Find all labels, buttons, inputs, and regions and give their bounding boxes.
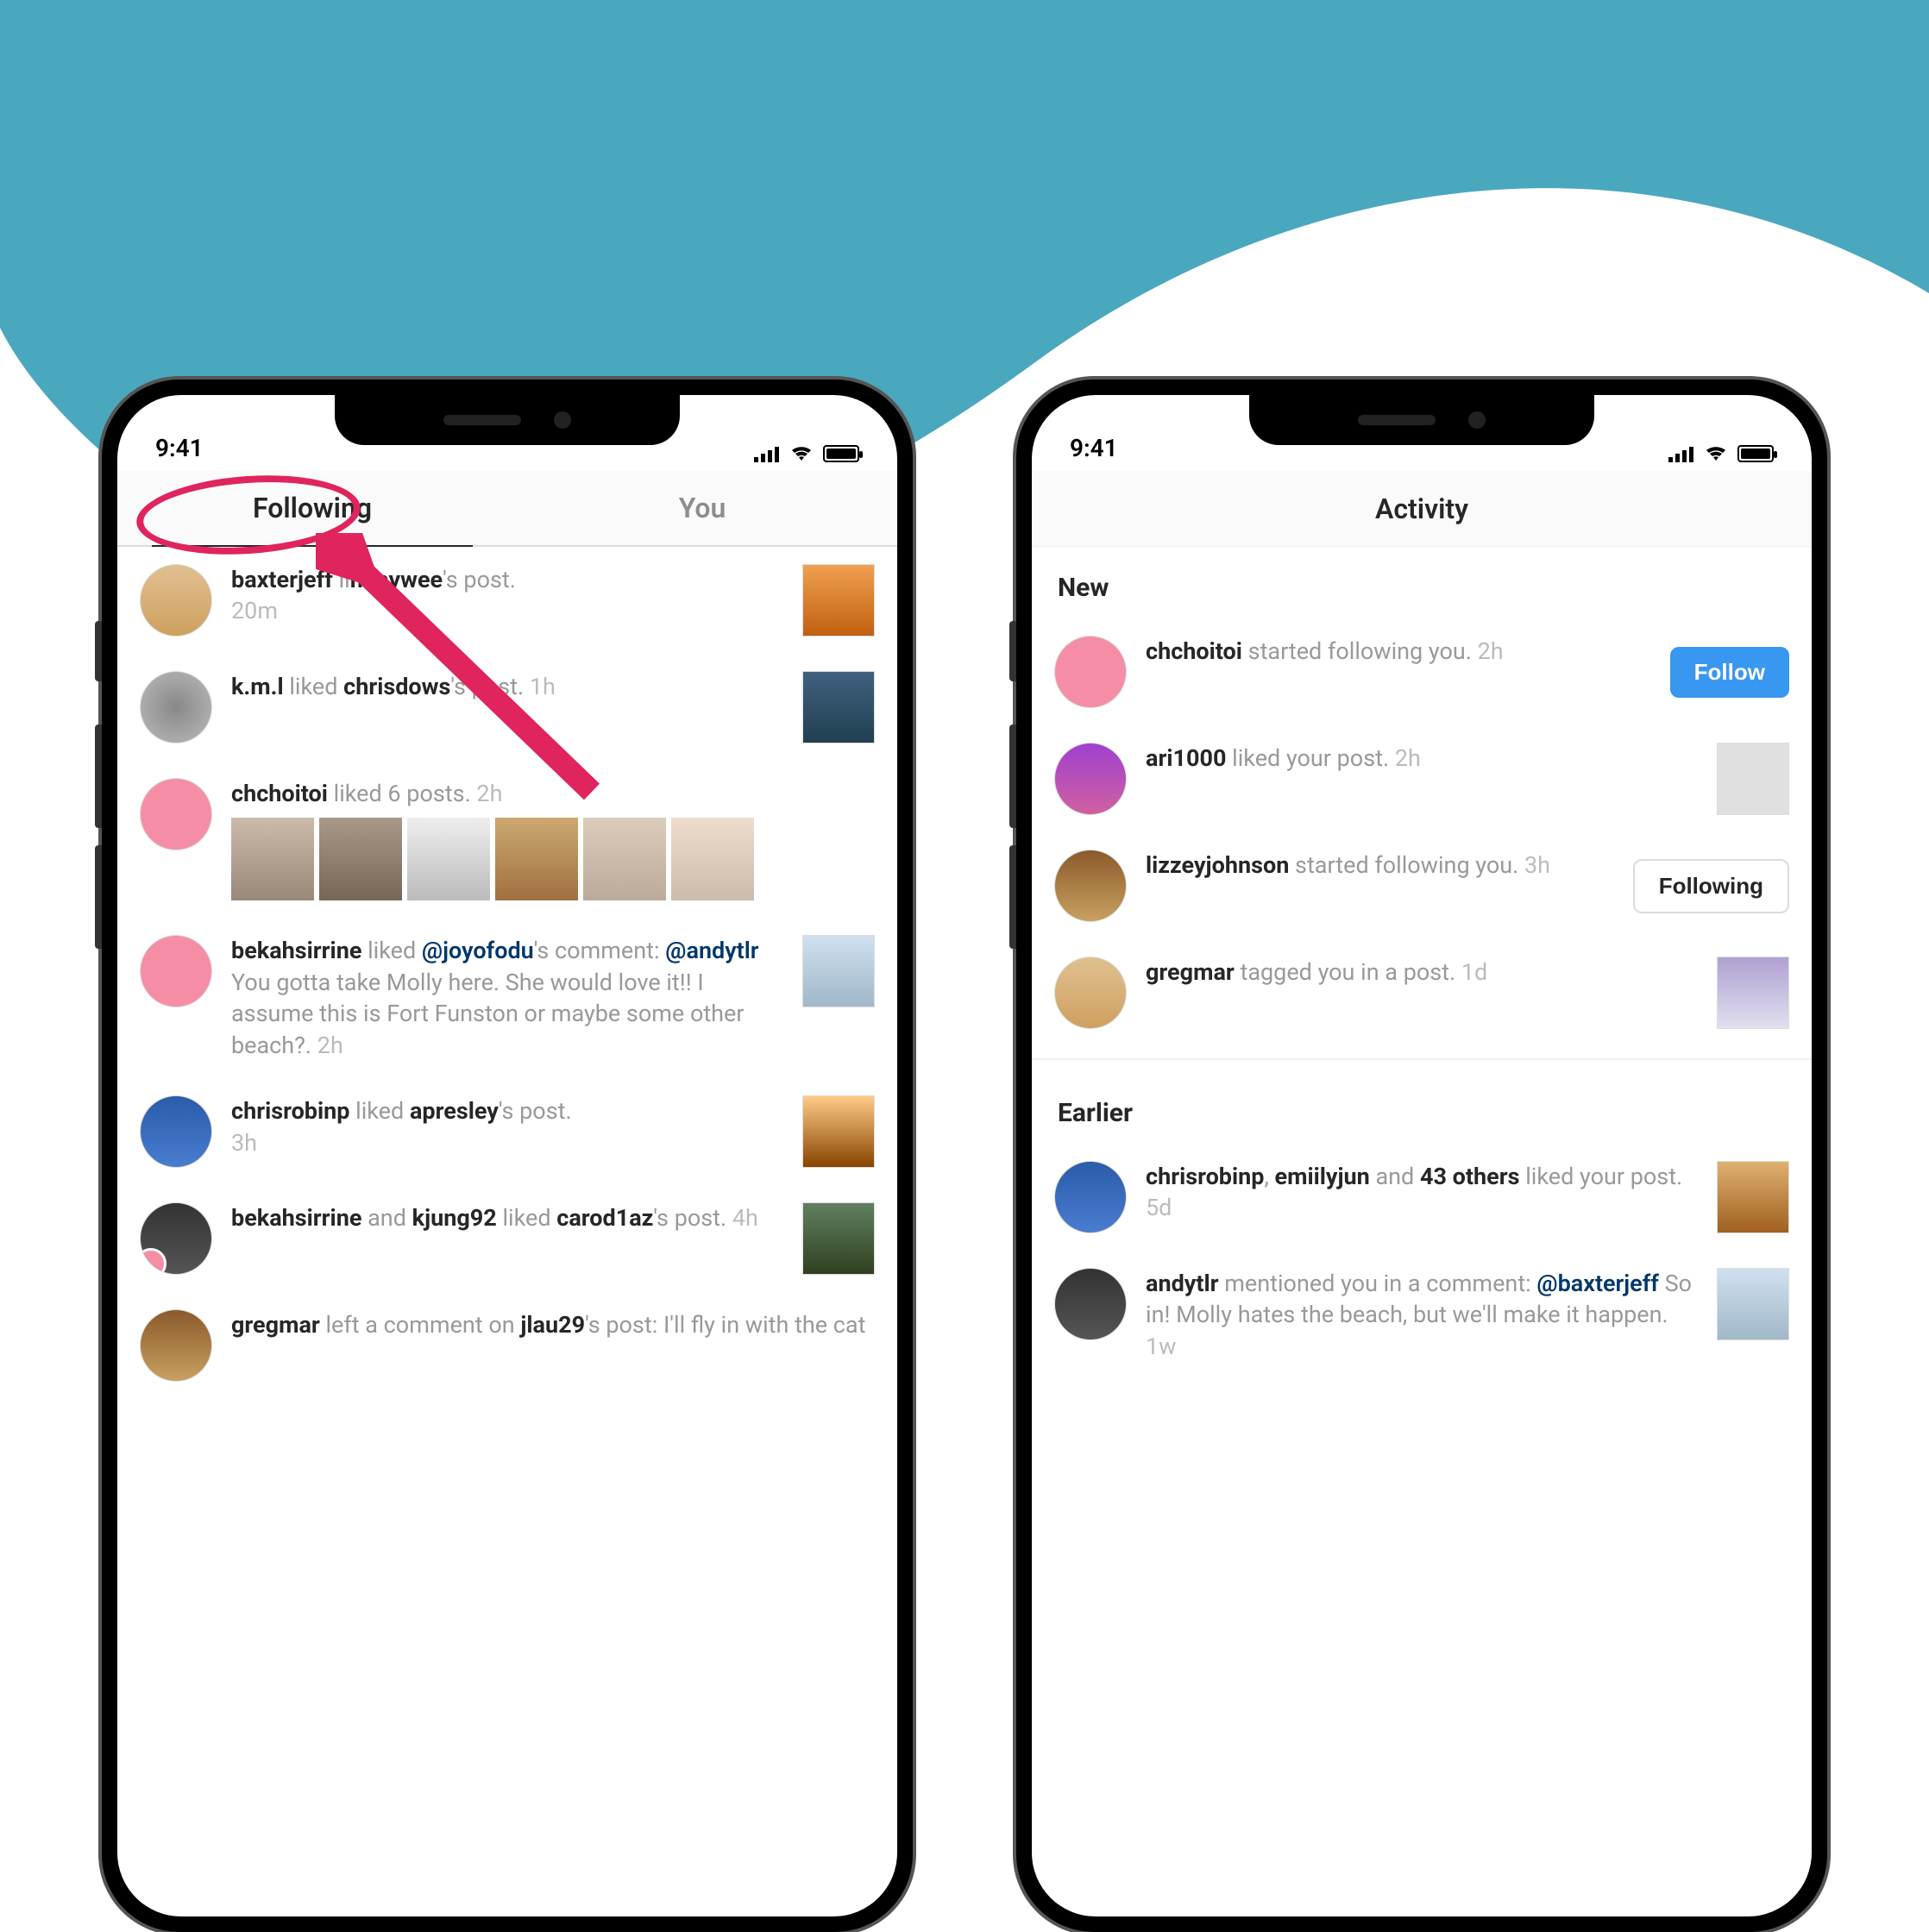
activity-row[interactable]: lizzeyjohnson started following you. 3h … xyxy=(1049,832,1794,939)
activity-text: bekahsirrine liked @joyofodu's comment: … xyxy=(231,935,783,1061)
following-button[interactable]: Following xyxy=(1633,859,1789,913)
post-thumbnail[interactable] xyxy=(1717,1161,1789,1233)
post-thumbnail[interactable] xyxy=(802,564,875,637)
activity-text: chchoitoi started following you. 2h xyxy=(1146,636,1651,667)
avatar[interactable] xyxy=(1054,1161,1127,1233)
activity-feed-new[interactable]: chchoitoi started following you. 2h Foll… xyxy=(1032,618,1812,1046)
battery-icon xyxy=(823,445,859,462)
post-thumbnail[interactable] xyxy=(802,935,875,1007)
activity-row[interactable]: andytlr mentioned you in a comment: @bax… xyxy=(1049,1251,1794,1379)
activity-text: gregmar tagged you in a post. 1d xyxy=(1146,957,1698,988)
activity-row[interactable]: gregmar tagged you in a post. 1d xyxy=(1049,939,1794,1046)
signal-icon xyxy=(1668,445,1694,462)
phone-notch xyxy=(1249,395,1594,445)
follow-button[interactable]: Follow xyxy=(1670,647,1789,698)
activity-text: bekahsirrine and kjung92 liked carod1az'… xyxy=(231,1202,783,1233)
phone-left: 9:41 Following You xyxy=(102,380,913,1932)
post-thumbnail[interactable] xyxy=(495,818,578,900)
avatar[interactable] xyxy=(1054,743,1127,815)
activity-text: baxterjeff limiaywee's post. 20m xyxy=(231,564,783,627)
avatar[interactable] xyxy=(140,671,212,743)
avatar[interactable] xyxy=(1054,636,1127,708)
activity-row[interactable]: chchoitoi liked 6 posts. 2h xyxy=(135,761,880,918)
activity-feed-earlier[interactable]: chrisrobinp, emiilyjun and 43 others lik… xyxy=(1032,1144,1812,1379)
signal-icon xyxy=(754,445,780,462)
section-divider xyxy=(1032,1058,1812,1060)
activity-text: ari1000 liked your post. 2h xyxy=(1146,743,1698,774)
avatar[interactable] xyxy=(140,778,212,850)
activity-row[interactable]: k.m.l liked chrisdows's post. 1h xyxy=(135,654,880,761)
phone-right: 9:41 Activity New chchoitoi s xyxy=(1016,380,1827,1932)
post-thumbnail[interactable] xyxy=(583,818,666,900)
activity-row[interactable]: bekahsirrine liked @joyofodu's comment: … xyxy=(135,918,880,1078)
activity-text: gregmar left a comment on jlau29's post:… xyxy=(231,1309,875,1340)
post-thumbnail[interactable] xyxy=(231,818,314,900)
activity-text: lizzeyjohnson started following you. 3h xyxy=(1146,850,1614,881)
avatar[interactable] xyxy=(140,1095,212,1168)
activity-row[interactable]: bekahsirrine and kjung92 liked carod1az'… xyxy=(135,1185,880,1292)
post-thumbnail[interactable] xyxy=(802,1202,875,1275)
avatar[interactable] xyxy=(1054,957,1127,1029)
tab-following[interactable]: Following xyxy=(117,471,507,545)
activity-text: chchoitoi liked 6 posts. 2h xyxy=(231,778,875,900)
activity-row[interactable]: chchoitoi started following you. 2h Foll… xyxy=(1049,618,1794,725)
activity-row[interactable]: chrisrobinp, emiilyjun and 43 others lik… xyxy=(1049,1144,1794,1251)
section-earlier: Earlier xyxy=(1032,1072,1812,1144)
avatar[interactable] xyxy=(140,1202,212,1275)
wifi-icon xyxy=(1703,445,1729,462)
phone-notch xyxy=(335,395,680,445)
wifi-icon xyxy=(789,445,814,462)
avatar[interactable] xyxy=(140,564,212,637)
activity-row[interactable]: chrisrobinp liked apresley's post. 3h xyxy=(135,1078,880,1185)
status-time: 9:41 xyxy=(1070,434,1118,462)
activity-header: Activity xyxy=(1032,471,1812,547)
activity-row[interactable]: gregmar left a comment on jlau29's post:… xyxy=(135,1292,880,1399)
activity-text: chrisrobinp, emiilyjun and 43 others lik… xyxy=(1146,1161,1698,1224)
avatar[interactable] xyxy=(1054,850,1127,922)
post-thumbnail[interactable] xyxy=(1717,957,1789,1029)
post-thumbnail[interactable] xyxy=(802,1095,875,1168)
section-new: New xyxy=(1032,547,1812,618)
battery-icon xyxy=(1737,445,1774,462)
thumbnail-grid xyxy=(231,818,875,900)
avatar[interactable] xyxy=(1054,1268,1127,1340)
activity-text: andytlr mentioned you in a comment: @bax… xyxy=(1146,1268,1698,1362)
avatar[interactable] xyxy=(140,935,212,1007)
tab-you[interactable]: You xyxy=(507,471,897,545)
activity-tabs: Following You xyxy=(117,471,897,547)
avatar[interactable] xyxy=(140,1309,212,1382)
following-feed[interactable]: baxterjeff limiaywee's post. 20m k.m.l l… xyxy=(117,547,897,1399)
post-thumbnail[interactable] xyxy=(1717,1268,1789,1340)
post-thumbnail[interactable] xyxy=(671,818,754,900)
activity-text: k.m.l liked chrisdows's post. 1h xyxy=(231,671,783,702)
status-time: 9:41 xyxy=(155,434,204,462)
post-thumbnail[interactable] xyxy=(802,671,875,743)
post-thumbnail[interactable] xyxy=(407,818,490,900)
post-thumbnail[interactable] xyxy=(1717,743,1789,815)
post-thumbnail[interactable] xyxy=(319,818,402,900)
activity-row[interactable]: baxterjeff limiaywee's post. 20m xyxy=(135,547,880,654)
activity-row[interactable]: ari1000 liked your post. 2h xyxy=(1049,725,1794,832)
activity-text: chrisrobinp liked apresley's post. 3h xyxy=(231,1095,783,1158)
